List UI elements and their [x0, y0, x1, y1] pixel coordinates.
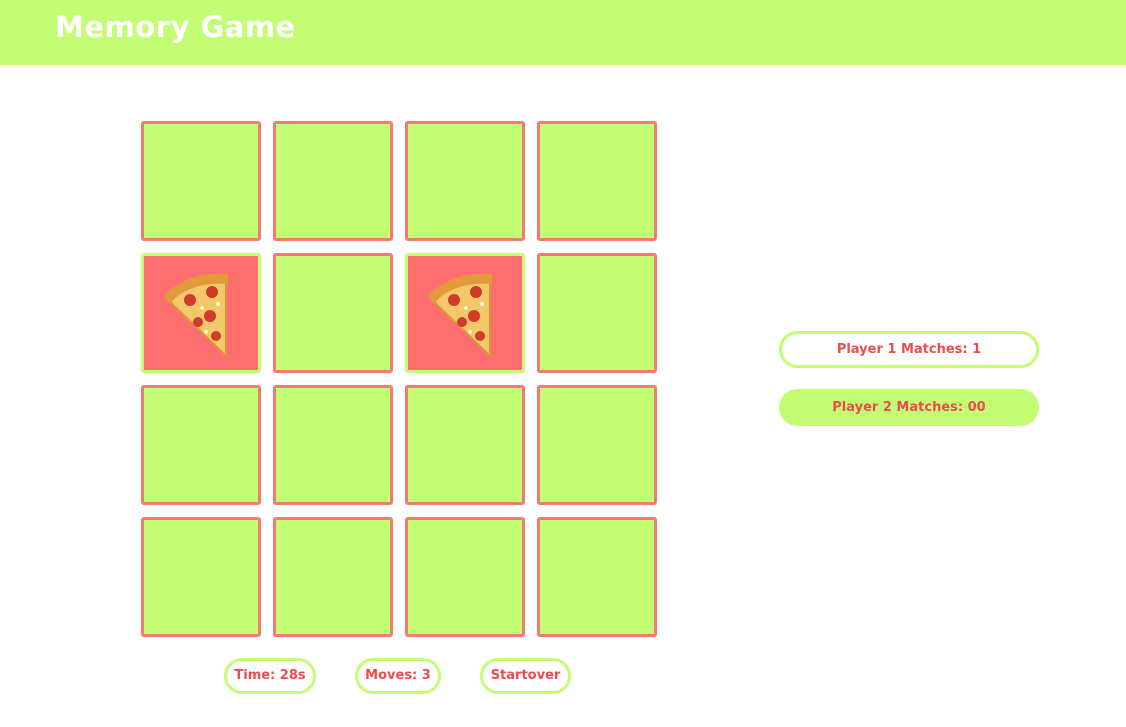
memory-card[interactable]	[537, 121, 657, 241]
memory-card[interactable]	[141, 121, 261, 241]
memory-card[interactable]	[141, 517, 261, 637]
memory-card[interactable]	[405, 385, 525, 505]
player-2-score: Player 2 Matches: 00	[779, 389, 1039, 426]
memory-card[interactable]	[405, 517, 525, 637]
memory-card[interactable]	[537, 253, 657, 373]
page-title: Memory Game	[55, 10, 296, 44]
memory-card[interactable]	[537, 385, 657, 505]
pizza-icon	[164, 273, 228, 359]
player-1-score: Player 1 Matches: 1	[779, 331, 1039, 368]
memory-card[interactable]	[405, 253, 525, 373]
memory-card[interactable]	[273, 517, 393, 637]
timer-display: Time: 28s	[224, 658, 316, 694]
memory-card[interactable]	[273, 253, 393, 373]
game-board	[141, 121, 657, 637]
pizza-icon	[428, 273, 492, 359]
memory-card[interactable]	[273, 121, 393, 241]
memory-card[interactable]	[141, 253, 261, 373]
app-header: Memory Game	[0, 0, 1126, 65]
moves-counter: Moves: 3	[355, 658, 441, 694]
memory-card[interactable]	[405, 121, 525, 241]
memory-card[interactable]	[141, 385, 261, 505]
startover-button[interactable]: Startover	[480, 658, 571, 694]
memory-card[interactable]	[537, 517, 657, 637]
memory-card[interactable]	[273, 385, 393, 505]
